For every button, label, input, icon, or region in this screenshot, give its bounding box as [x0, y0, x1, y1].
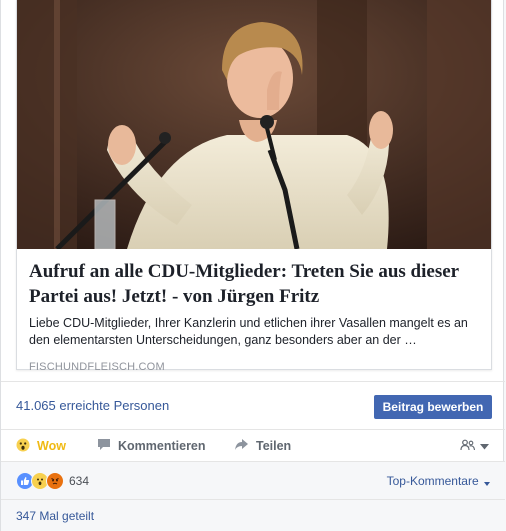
boost-post-button[interactable]: Beitrag bewerben: [374, 395, 492, 419]
post-actions-bar: Wow Kommentieren Teilen: [1, 429, 505, 461]
insights-row: 41.065 erreichte Personen Beitrag bewerb…: [1, 381, 505, 429]
shares-summary: 347 Mal geteilt: [1, 499, 505, 531]
chevron-down-icon: [484, 475, 490, 489]
article-photo-illustration: [17, 0, 491, 249]
shares-count-link[interactable]: 347 Mal geteilt: [16, 509, 94, 523]
link-preview-text: Aufruf an alle CDU-Mitglieder: Treten Si…: [17, 249, 491, 373]
people-icon: [460, 439, 476, 454]
share-label: Teilen: [256, 439, 292, 453]
article-description: Liebe CDU-Mitglieder, Ihrer Kanzlerin un…: [29, 316, 468, 347]
wow-reaction-button[interactable]: Wow: [16, 430, 66, 462]
comment-sort-label: Top-Kommentare: [386, 474, 479, 488]
wow-icon: [16, 438, 30, 455]
chevron-down-icon: [480, 439, 489, 453]
audience-selector[interactable]: [460, 430, 489, 462]
reaction-icons[interactable]: [16, 472, 64, 490]
comment-label: Kommentieren: [118, 439, 206, 453]
comment-sort-dropdown[interactable]: Top-Kommentare: [387, 474, 490, 489]
article-title[interactable]: Aufruf an alle CDU-Mitglieder: Treten Si…: [29, 259, 479, 309]
angry-icon: [46, 472, 64, 490]
article-domain: FISCHUNDFLEISCH.COM: [29, 361, 165, 373]
share-arrow-icon: [234, 438, 249, 454]
article-photo[interactable]: [17, 0, 491, 249]
link-preview-card[interactable]: Aufruf an alle CDU-Mitglieder: Treten Si…: [16, 0, 492, 373]
comment-icon: [97, 438, 111, 454]
reactions-summary: 634 Top-Kommentare: [1, 461, 505, 499]
post-card: Aufruf an alle CDU-Mitglieder: Treten Si…: [0, 0, 505, 531]
reach-count-link[interactable]: 41.065 erreichte Personen: [16, 398, 169, 413]
share-button[interactable]: Teilen: [234, 430, 291, 462]
wow-label: Wow: [37, 439, 66, 453]
reaction-count[interactable]: 634: [69, 474, 89, 488]
comment-button[interactable]: Kommentieren: [97, 430, 206, 462]
